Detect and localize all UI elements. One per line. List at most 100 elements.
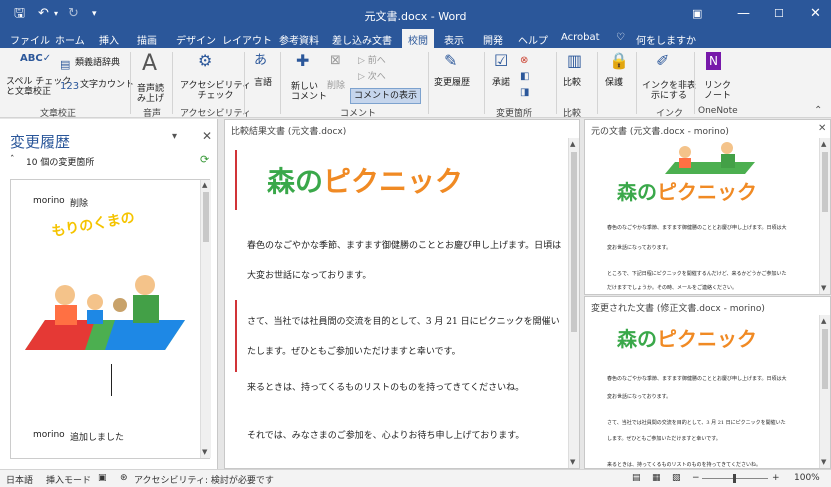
compared-line: 大変お世話になっております。 — [247, 271, 372, 281]
scroll-down-icon[interactable]: ▼ — [202, 448, 207, 456]
language-status[interactable]: 日本語 — [6, 473, 33, 486]
scroll-down-icon[interactable]: ▼ — [570, 458, 575, 466]
revision-scrollbar[interactable]: ▲ ▼ — [200, 180, 211, 458]
accessibility-check-button[interactable]: アクセシビリティ チェック — [180, 81, 251, 101]
macro-icon[interactable]: ▣ — [98, 473, 107, 483]
divider — [130, 52, 131, 114]
compare-icon: ▥ — [567, 51, 583, 70]
scroll-down-icon[interactable]: ▼ — [821, 458, 826, 466]
word-count-button[interactable]: 文字カウント — [80, 80, 134, 90]
ribbon-display-icon[interactable]: ▣ — [692, 6, 702, 22]
delete-comment-button[interactable]: 削除 — [327, 81, 345, 91]
compared-line: 来るときは、持ってくるものリストのものを持ってきてくださいね。 — [247, 383, 525, 393]
heading-part-orange: ピクニック — [657, 327, 757, 351]
refresh-icon[interactable]: ⟳ — [200, 153, 209, 166]
tell-me-box[interactable]: 何をしますか — [636, 32, 696, 47]
accept-icon: ☑ — [494, 51, 509, 70]
original-line: ところで、下記日程にピクニックを開催するんだけど、来るかどうかご参加いた — [607, 271, 787, 277]
close-pane-icon[interactable]: ✕ — [202, 129, 212, 143]
zoom-level[interactable]: 100% — [794, 473, 820, 483]
thesaurus-button[interactable]: 類義語辞典 — [75, 58, 120, 68]
read-mode-icon[interactable]: ▤ — [632, 473, 641, 483]
tab-acrobat[interactable]: Acrobat — [561, 32, 600, 43]
title-bar: 🖫 ↶ ▾ ↻ ▾ 元文書.docx - Word ▣ — ☐ ✕ — [0, 0, 831, 29]
scroll-up-icon[interactable]: ▲ — [570, 140, 575, 148]
language-button[interactable]: 言語 — [254, 78, 272, 88]
minimize-icon[interactable]: — — [737, 6, 750, 22]
group-label-speech: 音声 — [143, 109, 162, 119]
scroll-thumb[interactable] — [822, 329, 828, 389]
protect-button[interactable]: 保護 — [605, 78, 623, 88]
new-comment-button[interactable]: 新しい コメント — [291, 82, 327, 102]
group-label-changes: 変更箇所 — [496, 109, 533, 119]
collapse-ribbon-icon[interactable]: ⌃ — [814, 102, 822, 120]
revised-heading: 森のピクニック — [617, 323, 757, 352]
close-icon[interactable]: ✕ — [810, 6, 821, 22]
revised-document-pane: 変更された文書 (修正文書.docx - morino) 森のピクニック 春色の… — [584, 296, 831, 469]
next-change-icon[interactable]: ◨ — [520, 84, 529, 102]
window-title: 元文書.docx - Word — [364, 10, 467, 23]
divider — [428, 52, 429, 114]
revised-line: 春色のなごやかな季節、ますます御健勝のこととお慶び申し上げます。日頃は大 — [607, 376, 787, 382]
next-comment-button[interactable]: ▷ 次へ — [358, 72, 386, 82]
scroll-up-icon[interactable]: ▲ — [821, 317, 826, 325]
web-layout-icon[interactable]: ▧ — [672, 473, 681, 483]
zoom-slider-handle[interactable] — [733, 474, 736, 483]
group-label-ink: インク — [656, 109, 684, 119]
accessibility-check-icon: ⚙ — [198, 51, 213, 70]
divider — [597, 52, 598, 114]
tab-insert[interactable]: 挿入 — [99, 32, 119, 47]
zoom-out-button[interactable]: − — [692, 473, 700, 483]
accept-button[interactable]: 承諾 — [492, 78, 510, 88]
insert-mode-status[interactable]: 挿入モード — [46, 473, 91, 486]
tab-design[interactable]: デザイン — [176, 32, 216, 47]
tab-review[interactable]: 校閲 — [402, 29, 434, 48]
accessibility-status[interactable]: アクセシビリティ: 検討が必要です — [134, 473, 274, 486]
linked-notes-button[interactable]: リンク ノート — [704, 81, 731, 101]
tab-file[interactable]: ファイル — [10, 32, 50, 47]
revised-scrollbar[interactable]: ▲ ▼ — [819, 315, 830, 468]
scroll-thumb[interactable] — [203, 192, 209, 242]
pane-options-icon[interactable]: ▾ — [172, 131, 177, 142]
tab-help[interactable]: ヘルプ — [518, 32, 548, 47]
tab-developer[interactable]: 開発 — [483, 32, 503, 47]
tab-mailings[interactable]: 差し込み文書 — [332, 32, 392, 47]
compared-scrollbar[interactable]: ▲ ▼ — [568, 138, 579, 468]
track-changes-button[interactable]: 変更履歴 — [434, 78, 470, 88]
change-bar — [235, 300, 237, 372]
group-label-accessibility: アクセシビリティ — [180, 109, 252, 119]
scroll-up-icon[interactable]: ▲ — [202, 181, 207, 189]
original-scrollbar[interactable]: ▲ ▼ — [819, 138, 830, 294]
scroll-thumb[interactable] — [571, 152, 577, 332]
cursor-line — [111, 364, 112, 396]
tab-view[interactable]: 表示 — [444, 32, 464, 47]
scroll-up-icon[interactable]: ▲ — [821, 140, 826, 148]
read-aloud-icon: A — [142, 51, 158, 76]
tab-references[interactable]: 参考資料 — [279, 32, 319, 47]
tab-draw[interactable]: 描画 — [137, 32, 157, 47]
divider — [172, 52, 173, 114]
heading-part-orange: ピクニック — [323, 165, 464, 198]
picnic-illustration — [25, 275, 185, 350]
ribbon-tabs: ファイル ホーム 挿入 描画 デザイン レイアウト 参考資料 差し込み文書 校閲… — [0, 29, 831, 48]
protect-icon: 🔒 — [609, 51, 629, 70]
tab-layout[interactable]: レイアウト — [222, 32, 272, 47]
scroll-down-icon[interactable]: ▼ — [821, 284, 826, 292]
compared-line: 春色のなごやかな季節、ますます御健勝のこととお慶び申し上げます。日頃は — [247, 241, 562, 251]
hide-ink-button[interactable]: インクを非表 示にする — [642, 81, 696, 101]
read-aloud-button[interactable]: 音声読 み上げ — [137, 84, 164, 104]
track-changes-icon: ✎ — [444, 51, 458, 70]
original-line: だけますでしょうか。その時、メールをご連絡ください。 — [607, 285, 737, 291]
show-comments-button[interactable]: コメントの表示 — [350, 88, 422, 104]
compare-button[interactable]: 比較 — [563, 78, 581, 88]
tab-home[interactable]: ホーム — [55, 32, 85, 47]
maximize-icon[interactable]: ☐ — [774, 6, 784, 22]
original-heading: 森のピクニック — [617, 176, 757, 205]
close-pane-icon[interactable]: ✕ — [818, 123, 826, 134]
print-layout-icon[interactable]: ▦ — [652, 473, 661, 483]
scroll-thumb[interactable] — [822, 152, 828, 212]
collapse-icon[interactable]: ˆ — [10, 155, 15, 165]
picnic-illustration — [665, 142, 755, 174]
previous-comment-button[interactable]: ▷ 前へ — [358, 56, 386, 66]
zoom-in-button[interactable]: + — [772, 473, 780, 483]
